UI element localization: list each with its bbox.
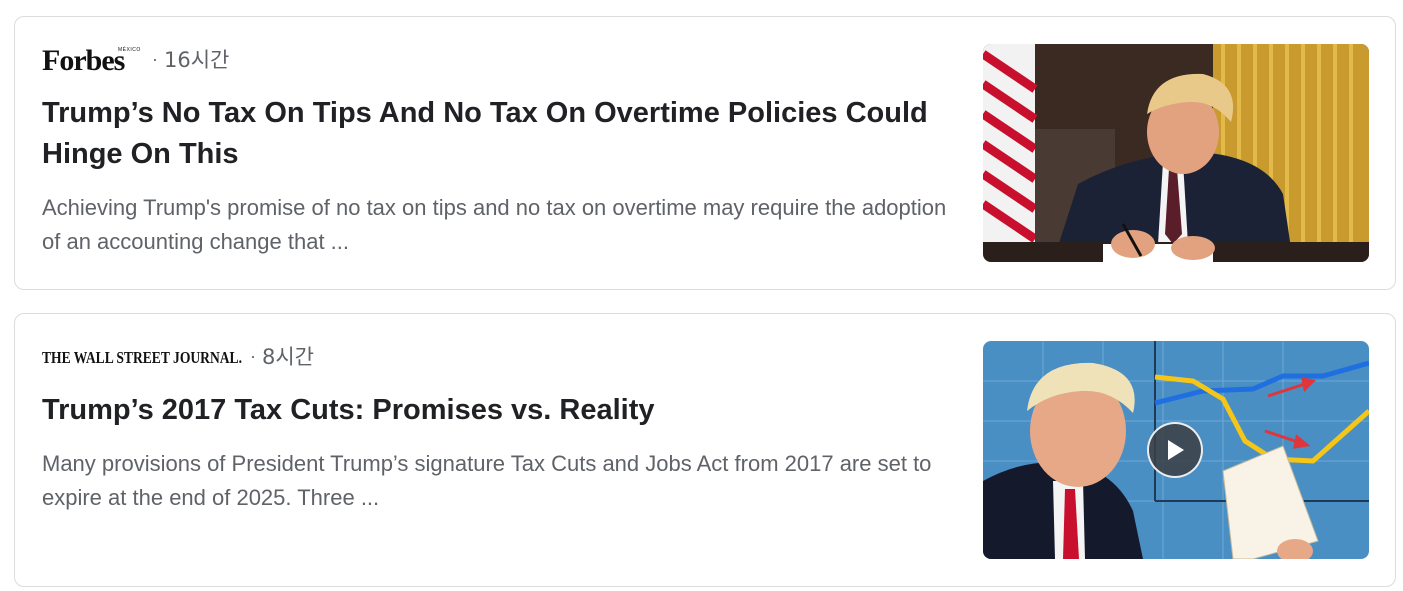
source-row: Forbes MÉXICO · 16시간 bbox=[42, 43, 962, 75]
timestamp: 8시간 bbox=[262, 345, 315, 369]
source-row: THE WALL STREET JOURNAL. · 8시간 bbox=[42, 340, 962, 372]
separator: · bbox=[250, 345, 256, 366]
forbes-logo: Forbes MÉXICO bbox=[42, 44, 146, 74]
news-text: THE WALL STREET JOURNAL. · 8시간 Trump’s 2… bbox=[42, 340, 962, 515]
svg-text:MÉXICO: MÉXICO bbox=[118, 46, 141, 53]
play-icon bbox=[1168, 440, 1184, 460]
wsj-logo: THE WALL STREET JOURNAL. bbox=[42, 344, 244, 368]
separator: · bbox=[152, 48, 158, 69]
play-button[interactable] bbox=[1147, 422, 1203, 478]
headline[interactable]: Trump’s 2017 Tax Cuts: Promises vs. Real… bbox=[42, 390, 962, 431]
svg-text:Forbes: Forbes bbox=[42, 44, 125, 74]
news-card[interactable]: THE WALL STREET JOURNAL. · 8시간 Trump’s 2… bbox=[14, 313, 1396, 587]
svg-text:THE WALL STREET JOURNAL.: THE WALL STREET JOURNAL. bbox=[42, 348, 242, 367]
news-card[interactable]: Forbes MÉXICO · 16시간 Trump’s No Tax On T… bbox=[14, 16, 1396, 290]
news-text: Forbes MÉXICO · 16시간 Trump’s No Tax On T… bbox=[42, 43, 962, 259]
thumbnail-image[interactable] bbox=[983, 44, 1369, 262]
snippet: Many provisions of President Trump’s sig… bbox=[42, 451, 932, 510]
timestamp: 16시간 bbox=[164, 48, 230, 72]
video-thumbnail[interactable] bbox=[983, 341, 1369, 559]
news-feed: Forbes MÉXICO · 16시간 Trump’s No Tax On T… bbox=[0, 0, 1403, 591]
headline[interactable]: Trump’s No Tax On Tips And No Tax On Ove… bbox=[42, 93, 962, 175]
snippet: Achieving Trump's promise of no tax on t… bbox=[42, 195, 947, 254]
